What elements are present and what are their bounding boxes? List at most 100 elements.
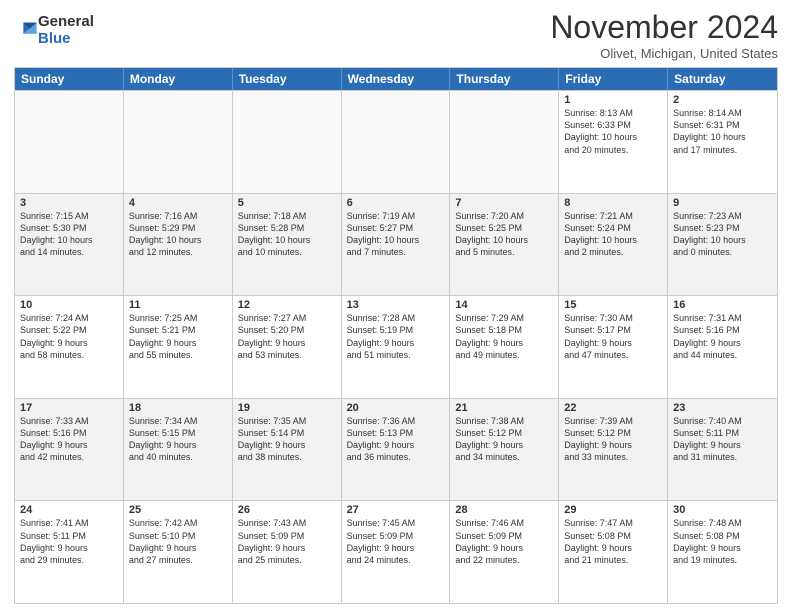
day-info: Sunrise: 7:20 AM Sunset: 5:25 PM Dayligh… [455, 210, 553, 259]
calendar-cell: 1Sunrise: 8:13 AM Sunset: 6:33 PM Daylig… [559, 91, 668, 193]
day-number: 29 [564, 504, 662, 516]
day-info: Sunrise: 7:41 AM Sunset: 5:11 PM Dayligh… [20, 517, 118, 566]
day-number: 9 [673, 197, 772, 209]
calendar-cell: 20Sunrise: 7:36 AM Sunset: 5:13 PM Dayli… [342, 399, 451, 501]
calendar-row-1: 1Sunrise: 8:13 AM Sunset: 6:33 PM Daylig… [15, 90, 777, 193]
day-number: 23 [673, 402, 772, 414]
calendar-cell: 12Sunrise: 7:27 AM Sunset: 5:20 PM Dayli… [233, 296, 342, 398]
day-number: 7 [455, 197, 553, 209]
day-info: Sunrise: 7:18 AM Sunset: 5:28 PM Dayligh… [238, 210, 336, 259]
calendar-cell: 6Sunrise: 7:19 AM Sunset: 5:27 PM Daylig… [342, 194, 451, 296]
logo-icon [16, 19, 38, 41]
day-number: 27 [347, 504, 445, 516]
day-info: Sunrise: 7:43 AM Sunset: 5:09 PM Dayligh… [238, 517, 336, 566]
day-number: 10 [20, 299, 118, 311]
calendar-row-4: 17Sunrise: 7:33 AM Sunset: 5:16 PM Dayli… [15, 398, 777, 501]
day-info: Sunrise: 7:38 AM Sunset: 5:12 PM Dayligh… [455, 415, 553, 464]
calendar-row-2: 3Sunrise: 7:15 AM Sunset: 5:30 PM Daylig… [15, 193, 777, 296]
calendar-cell [342, 91, 451, 193]
day-info: Sunrise: 7:30 AM Sunset: 5:17 PM Dayligh… [564, 312, 662, 361]
calendar-cell: 18Sunrise: 7:34 AM Sunset: 5:15 PM Dayli… [124, 399, 233, 501]
calendar-cell: 8Sunrise: 7:21 AM Sunset: 5:24 PM Daylig… [559, 194, 668, 296]
calendar-cell: 21Sunrise: 7:38 AM Sunset: 5:12 PM Dayli… [450, 399, 559, 501]
calendar-cell: 25Sunrise: 7:42 AM Sunset: 5:10 PM Dayli… [124, 501, 233, 603]
calendar-cell: 5Sunrise: 7:18 AM Sunset: 5:28 PM Daylig… [233, 194, 342, 296]
header: General Blue November 2024 Olivet, Michi… [14, 10, 778, 61]
calendar-row-5: 24Sunrise: 7:41 AM Sunset: 5:11 PM Dayli… [15, 500, 777, 603]
day-info: Sunrise: 7:16 AM Sunset: 5:29 PM Dayligh… [129, 210, 227, 259]
header-day-sunday: Sunday [15, 68, 124, 90]
day-number: 21 [455, 402, 553, 414]
day-info: Sunrise: 7:27 AM Sunset: 5:20 PM Dayligh… [238, 312, 336, 361]
calendar-cell: 15Sunrise: 7:30 AM Sunset: 5:17 PM Dayli… [559, 296, 668, 398]
day-number: 19 [238, 402, 336, 414]
logo-blue-text: Blue [38, 31, 94, 48]
header-day-friday: Friday [559, 68, 668, 90]
day-number: 14 [455, 299, 553, 311]
header-day-wednesday: Wednesday [342, 68, 451, 90]
day-number: 11 [129, 299, 227, 311]
logo-general-text: General [38, 14, 94, 31]
calendar-header: SundayMondayTuesdayWednesdayThursdayFrid… [15, 68, 777, 90]
calendar-row-3: 10Sunrise: 7:24 AM Sunset: 5:22 PM Dayli… [15, 295, 777, 398]
day-number: 20 [347, 402, 445, 414]
day-info: Sunrise: 7:36 AM Sunset: 5:13 PM Dayligh… [347, 415, 445, 464]
day-number: 4 [129, 197, 227, 209]
day-number: 12 [238, 299, 336, 311]
day-info: Sunrise: 8:13 AM Sunset: 6:33 PM Dayligh… [564, 107, 662, 156]
location: Olivet, Michigan, United States [550, 46, 778, 61]
day-number: 22 [564, 402, 662, 414]
day-info: Sunrise: 7:47 AM Sunset: 5:08 PM Dayligh… [564, 517, 662, 566]
header-day-saturday: Saturday [668, 68, 777, 90]
calendar-cell: 7Sunrise: 7:20 AM Sunset: 5:25 PM Daylig… [450, 194, 559, 296]
day-info: Sunrise: 7:31 AM Sunset: 5:16 PM Dayligh… [673, 312, 772, 361]
logo: General Blue [14, 14, 94, 47]
calendar-cell: 2Sunrise: 8:14 AM Sunset: 6:31 PM Daylig… [668, 91, 777, 193]
calendar-cell: 30Sunrise: 7:48 AM Sunset: 5:08 PM Dayli… [668, 501, 777, 603]
day-number: 26 [238, 504, 336, 516]
day-info: Sunrise: 7:24 AM Sunset: 5:22 PM Dayligh… [20, 312, 118, 361]
calendar-cell: 24Sunrise: 7:41 AM Sunset: 5:11 PM Dayli… [15, 501, 124, 603]
day-info: Sunrise: 7:46 AM Sunset: 5:09 PM Dayligh… [455, 517, 553, 566]
day-number: 24 [20, 504, 118, 516]
calendar-cell [450, 91, 559, 193]
calendar-cell: 28Sunrise: 7:46 AM Sunset: 5:09 PM Dayli… [450, 501, 559, 603]
day-number: 18 [129, 402, 227, 414]
day-number: 16 [673, 299, 772, 311]
calendar-cell: 3Sunrise: 7:15 AM Sunset: 5:30 PM Daylig… [15, 194, 124, 296]
day-number: 25 [129, 504, 227, 516]
calendar-cell: 10Sunrise: 7:24 AM Sunset: 5:22 PM Dayli… [15, 296, 124, 398]
day-info: Sunrise: 7:39 AM Sunset: 5:12 PM Dayligh… [564, 415, 662, 464]
calendar-cell: 11Sunrise: 7:25 AM Sunset: 5:21 PM Dayli… [124, 296, 233, 398]
day-info: Sunrise: 7:23 AM Sunset: 5:23 PM Dayligh… [673, 210, 772, 259]
day-number: 6 [347, 197, 445, 209]
title-block: November 2024 Olivet, Michigan, United S… [550, 10, 778, 61]
day-number: 17 [20, 402, 118, 414]
day-number: 3 [20, 197, 118, 209]
day-info: Sunrise: 7:25 AM Sunset: 5:21 PM Dayligh… [129, 312, 227, 361]
calendar-cell: 29Sunrise: 7:47 AM Sunset: 5:08 PM Dayli… [559, 501, 668, 603]
logo-text: General Blue [38, 14, 94, 47]
day-number: 1 [564, 94, 662, 106]
header-day-thursday: Thursday [450, 68, 559, 90]
day-info: Sunrise: 7:35 AM Sunset: 5:14 PM Dayligh… [238, 415, 336, 464]
day-info: Sunrise: 7:15 AM Sunset: 5:30 PM Dayligh… [20, 210, 118, 259]
calendar-cell: 13Sunrise: 7:28 AM Sunset: 5:19 PM Dayli… [342, 296, 451, 398]
day-info: Sunrise: 7:29 AM Sunset: 5:18 PM Dayligh… [455, 312, 553, 361]
day-info: Sunrise: 7:45 AM Sunset: 5:09 PM Dayligh… [347, 517, 445, 566]
calendar-cell: 27Sunrise: 7:45 AM Sunset: 5:09 PM Dayli… [342, 501, 451, 603]
day-number: 8 [564, 197, 662, 209]
calendar-cell: 4Sunrise: 7:16 AM Sunset: 5:29 PM Daylig… [124, 194, 233, 296]
day-info: Sunrise: 7:21 AM Sunset: 5:24 PM Dayligh… [564, 210, 662, 259]
day-info: Sunrise: 8:14 AM Sunset: 6:31 PM Dayligh… [673, 107, 772, 156]
page: General Blue November 2024 Olivet, Michi… [0, 0, 792, 612]
calendar-cell: 26Sunrise: 7:43 AM Sunset: 5:09 PM Dayli… [233, 501, 342, 603]
calendar-cell: 23Sunrise: 7:40 AM Sunset: 5:11 PM Dayli… [668, 399, 777, 501]
calendar-cell: 22Sunrise: 7:39 AM Sunset: 5:12 PM Dayli… [559, 399, 668, 501]
day-number: 5 [238, 197, 336, 209]
day-info: Sunrise: 7:48 AM Sunset: 5:08 PM Dayligh… [673, 517, 772, 566]
header-day-monday: Monday [124, 68, 233, 90]
day-info: Sunrise: 7:42 AM Sunset: 5:10 PM Dayligh… [129, 517, 227, 566]
calendar-cell: 17Sunrise: 7:33 AM Sunset: 5:16 PM Dayli… [15, 399, 124, 501]
day-number: 28 [455, 504, 553, 516]
